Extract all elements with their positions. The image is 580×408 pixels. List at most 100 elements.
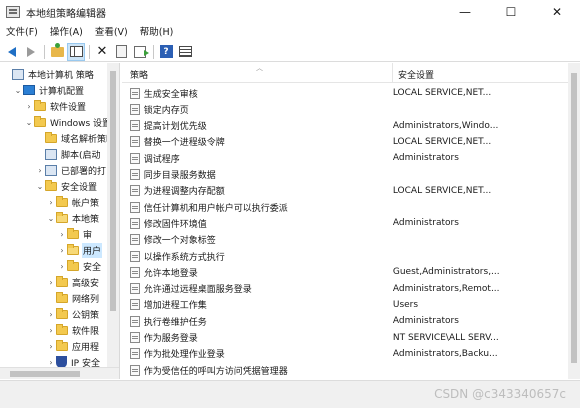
policy-icon — [12, 68, 24, 80]
window-title: 本地组策略编辑器 — [26, 8, 106, 20]
expand-chevron-icon[interactable]: › — [46, 310, 56, 319]
policy-row[interactable]: 调试程序 Administrators — [122, 150, 568, 166]
policy-row[interactable]: 作为批处理作业登录 Administrators,Backu... — [122, 346, 568, 362]
policy-name: 为进程调整内存配额 — [143, 187, 225, 198]
tree-item[interactable]: › 帐户策 — [46, 194, 100, 210]
menu-help[interactable]: 帮助(H) — [134, 24, 180, 42]
tree-item[interactable]: ⌄ 本地策 — [46, 210, 100, 226]
list-vertical-scrollbar[interactable] — [568, 63, 580, 379]
policy-row[interactable]: 增加进程工作集 Users — [122, 297, 568, 313]
column-setting-header[interactable]: 安全设置 — [398, 68, 434, 81]
properties-button[interactable] — [112, 43, 130, 61]
tree-item[interactable]: › 审 — [57, 226, 93, 242]
policy-row[interactable]: 修改一个对象标签 — [122, 232, 568, 248]
policy-name: 允许本地登录 — [143, 268, 198, 279]
policy-row[interactable]: 作为受信任的呼叫方访问凭据管理器 — [122, 362, 568, 378]
policy-row[interactable]: 生成安全审核 LOCAL SERVICE,NET... — [122, 85, 568, 101]
tree-vertical-scrollbar[interactable] — [107, 63, 119, 367]
tree-item-label: 网络列 — [72, 294, 100, 305]
tree-item[interactable]: ⌄ Windows 设置 — [24, 114, 112, 130]
tree-item[interactable]: › 公钥策 — [46, 306, 100, 322]
forward-arrow-icon — [27, 46, 35, 57]
column-policy-header[interactable]: 策略 — [130, 68, 148, 81]
tree-vertical-scroll-thumb[interactable] — [110, 71, 116, 311]
collapse-chevron-icon[interactable]: ⌄ — [35, 182, 45, 191]
policy-row[interactable]: 为进程调整内存配额 LOCAL SERVICE,NET... — [122, 183, 568, 199]
close-button[interactable]: ✕ — [534, 0, 580, 24]
tree-item[interactable]: › 用户 — [57, 242, 103, 258]
expand-chevron-icon[interactable]: › — [57, 262, 67, 271]
tree-horizontal-scroll-thumb[interactable] — [10, 371, 80, 377]
export-list-button[interactable] — [131, 43, 149, 61]
minimize-button[interactable]: — — [442, 0, 488, 24]
tree-item[interactable]: › 高级安 — [46, 274, 100, 290]
tree-item[interactable]: ⌄ 计算机配置 — [13, 82, 85, 98]
show-hide-tree-button[interactable] — [67, 42, 85, 61]
tree-item[interactable]: 脚本(启动 — [35, 146, 102, 162]
tree-item[interactable]: 本地计算机 策略 — [2, 66, 95, 82]
collapse-chevron-icon[interactable]: ⌄ — [13, 86, 23, 95]
policy-security-setting: Administrators,Remot... — [392, 283, 500, 294]
column-divider[interactable] — [392, 63, 393, 83]
policy-row[interactable]: 作为服务登录 NT SERVICE\ALL SERV... — [122, 330, 568, 346]
policy-name: 作为批处理作业登录 — [143, 350, 225, 361]
forward-button[interactable] — [22, 43, 40, 61]
folder-icon — [34, 115, 46, 127]
menu-action[interactable]: 操作(A) — [44, 24, 89, 42]
policy-name: 以操作系统方式执行 — [143, 252, 225, 263]
delete-icon: ✕ — [96, 44, 108, 59]
folder-open-icon — [67, 243, 79, 255]
tree-item[interactable]: › 应用程 — [46, 338, 100, 354]
tree-horizontal-scrollbar[interactable] — [0, 367, 119, 379]
expand-chevron-icon[interactable]: › — [57, 230, 67, 239]
extended-view-button[interactable] — [176, 43, 194, 61]
delete-button[interactable]: ✕ — [93, 43, 111, 61]
policy-row[interactable]: 修改固件环境值 Administrators — [122, 215, 568, 231]
tree-item[interactable]: 域名解析策略 — [35, 130, 116, 146]
policy-row[interactable]: 提高计划优先级 Administrators,Windo... — [122, 118, 568, 134]
policy-row[interactable]: 执行卷维护任务 Administrators — [122, 313, 568, 329]
tree-item-label: 用户 — [82, 242, 103, 258]
policy-row[interactable]: 允许通过远程桌面服务登录 Administrators,Remot... — [122, 281, 568, 297]
menu-file[interactable]: 文件(F) — [0, 24, 44, 42]
collapse-chevron-icon[interactable]: ⌄ — [24, 118, 34, 127]
expand-chevron-icon[interactable]: › — [46, 342, 56, 351]
expand-chevron-icon[interactable]: › — [35, 166, 45, 175]
folder-icon — [56, 323, 68, 335]
title-bar: 本地组策略编辑器 — ☐ ✕ — [0, 0, 580, 24]
tree-item-label: Windows 设置 — [50, 118, 112, 129]
list-vertical-scroll-thumb[interactable] — [571, 73, 577, 363]
expand-chevron-icon[interactable]: › — [57, 246, 67, 255]
collapse-chevron-icon[interactable]: ⌄ — [46, 214, 56, 223]
back-button[interactable] — [3, 43, 21, 61]
folder-icon — [56, 291, 68, 303]
menu-view[interactable]: 查看(V) — [89, 24, 134, 42]
policy-setting-icon — [130, 250, 140, 262]
expand-chevron-icon[interactable]: › — [46, 358, 56, 367]
list-column-header: 策略 ︿ 安全设置 — [122, 63, 568, 83]
policy-row[interactable]: 锁定内存页 — [122, 101, 568, 117]
expand-chevron-icon[interactable]: › — [46, 326, 56, 335]
policy-row[interactable]: 信任计算机和用户帐户可以执行委派 — [122, 199, 568, 215]
tree-item[interactable]: › 软件限 — [46, 322, 100, 338]
policy-row[interactable]: 允许本地登录 Guest,Administrators,... — [122, 264, 568, 280]
policy-security-setting: Administrators — [392, 153, 459, 164]
maximize-button[interactable]: ☐ — [488, 0, 534, 24]
tree-item[interactable]: › 已部署的打 — [35, 162, 107, 178]
expand-chevron-icon[interactable]: › — [46, 198, 56, 207]
tree-item[interactable]: › 软件设置 — [24, 98, 87, 114]
policy-row[interactable]: 替换一个进程级令牌 LOCAL SERVICE,NET... — [122, 134, 568, 150]
toolbar-separator — [153, 44, 154, 59]
tree-item[interactable]: › 安全 — [57, 258, 102, 274]
tree-item-label: 安全 — [83, 262, 102, 273]
up-level-button[interactable] — [48, 42, 66, 61]
expand-chevron-icon[interactable]: › — [24, 102, 34, 111]
policy-row[interactable]: 同步目录服务数据 — [122, 167, 568, 183]
tree-item[interactable]: ⌄ 安全设置 — [35, 178, 98, 194]
expand-chevron-icon[interactable]: › — [46, 278, 56, 287]
tree-item[interactable]: 网络列 — [46, 290, 100, 306]
policy-row[interactable]: 以操作系统方式执行 — [122, 248, 568, 264]
export-list-icon — [134, 45, 149, 58]
navigation-tree[interactable]: 本地计算机 策略 ⌄ 计算机配置 › 软件设置 ⌄ Windows 设置 域名解析策略 脚本(启… — [0, 63, 120, 379]
help-button[interactable]: ? — [157, 43, 175, 61]
